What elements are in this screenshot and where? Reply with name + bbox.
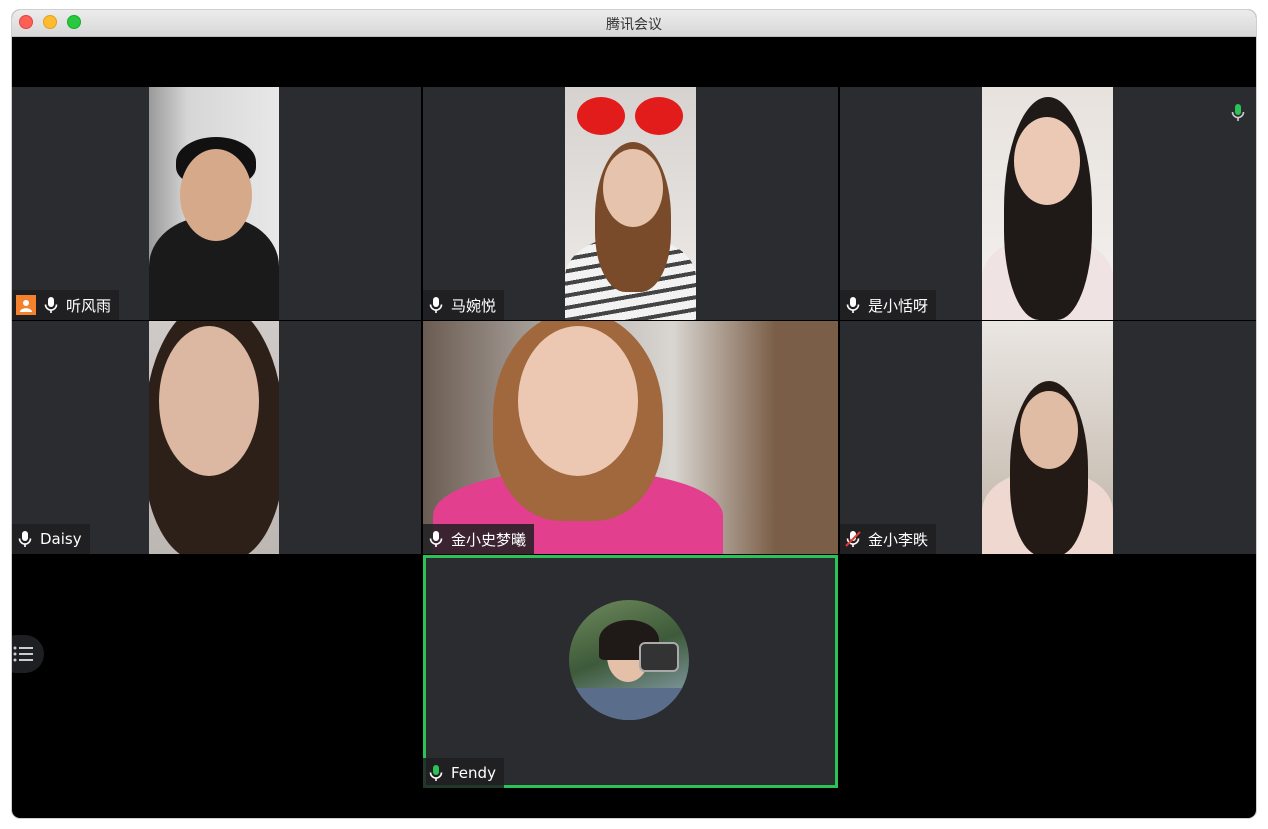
microphone-icon xyxy=(429,531,443,547)
floating-mic-button[interactable] xyxy=(1220,91,1256,135)
user-avatar-icon xyxy=(16,295,36,315)
participant-tile[interactable]: 金小李昳 xyxy=(840,321,1256,554)
participant-name: 马婉悦 xyxy=(451,296,497,315)
title-bar: 腾讯会议 xyxy=(12,10,1256,37)
microphone-muted-icon xyxy=(845,531,861,547)
participant-name-tag: 听风雨 xyxy=(12,290,120,320)
participant-name: Fendy xyxy=(451,764,496,782)
participant-list-button[interactable] xyxy=(12,635,44,673)
microphone-icon xyxy=(429,297,443,313)
participant-avatar xyxy=(569,600,689,720)
participant-name: Daisy xyxy=(40,530,82,548)
participant-name: 金小史梦曦 xyxy=(451,530,527,549)
microphone-icon xyxy=(44,297,58,313)
participant-name-tag: Fendy xyxy=(423,758,504,788)
meeting-window: 腾讯会议 听风雨 马婉悦 是小恬呀 Daisy 金小史梦曦 金小李昳 Fendy xyxy=(12,10,1256,818)
participant-name: 金小李昳 xyxy=(868,530,929,549)
participant-tile-active-speaker[interactable]: Fendy xyxy=(423,555,838,788)
participant-name-tag: 金小史梦曦 xyxy=(423,524,535,554)
participant-name-tag: 马婉悦 xyxy=(423,290,505,320)
participant-video xyxy=(982,321,1113,554)
participant-video xyxy=(982,87,1113,320)
participant-name-tag: 金小李昳 xyxy=(840,524,937,554)
window-title: 腾讯会议 xyxy=(606,17,662,33)
participant-tile[interactable]: Daisy xyxy=(12,321,421,554)
participant-name-tag: 是小恬呀 xyxy=(840,290,937,320)
participant-video xyxy=(423,321,838,554)
microphone-icon xyxy=(429,765,443,781)
microphone-icon xyxy=(18,531,32,547)
list-icon xyxy=(13,646,33,662)
participant-name: 是小恬呀 xyxy=(868,296,929,315)
participant-tile[interactable]: 马婉悦 xyxy=(423,87,838,320)
participant-video xyxy=(565,87,696,320)
microphone-icon xyxy=(1231,104,1245,121)
participant-video xyxy=(149,87,279,320)
participant-name-tag: Daisy xyxy=(12,524,90,554)
participant-tile[interactable]: 金小史梦曦 xyxy=(423,321,838,554)
participant-video xyxy=(149,321,279,554)
microphone-icon xyxy=(846,297,860,313)
participant-tile[interactable]: 听风雨 xyxy=(12,87,421,320)
participant-tile[interactable]: 是小恬呀 xyxy=(840,87,1256,320)
participant-name: 听风雨 xyxy=(66,296,112,315)
